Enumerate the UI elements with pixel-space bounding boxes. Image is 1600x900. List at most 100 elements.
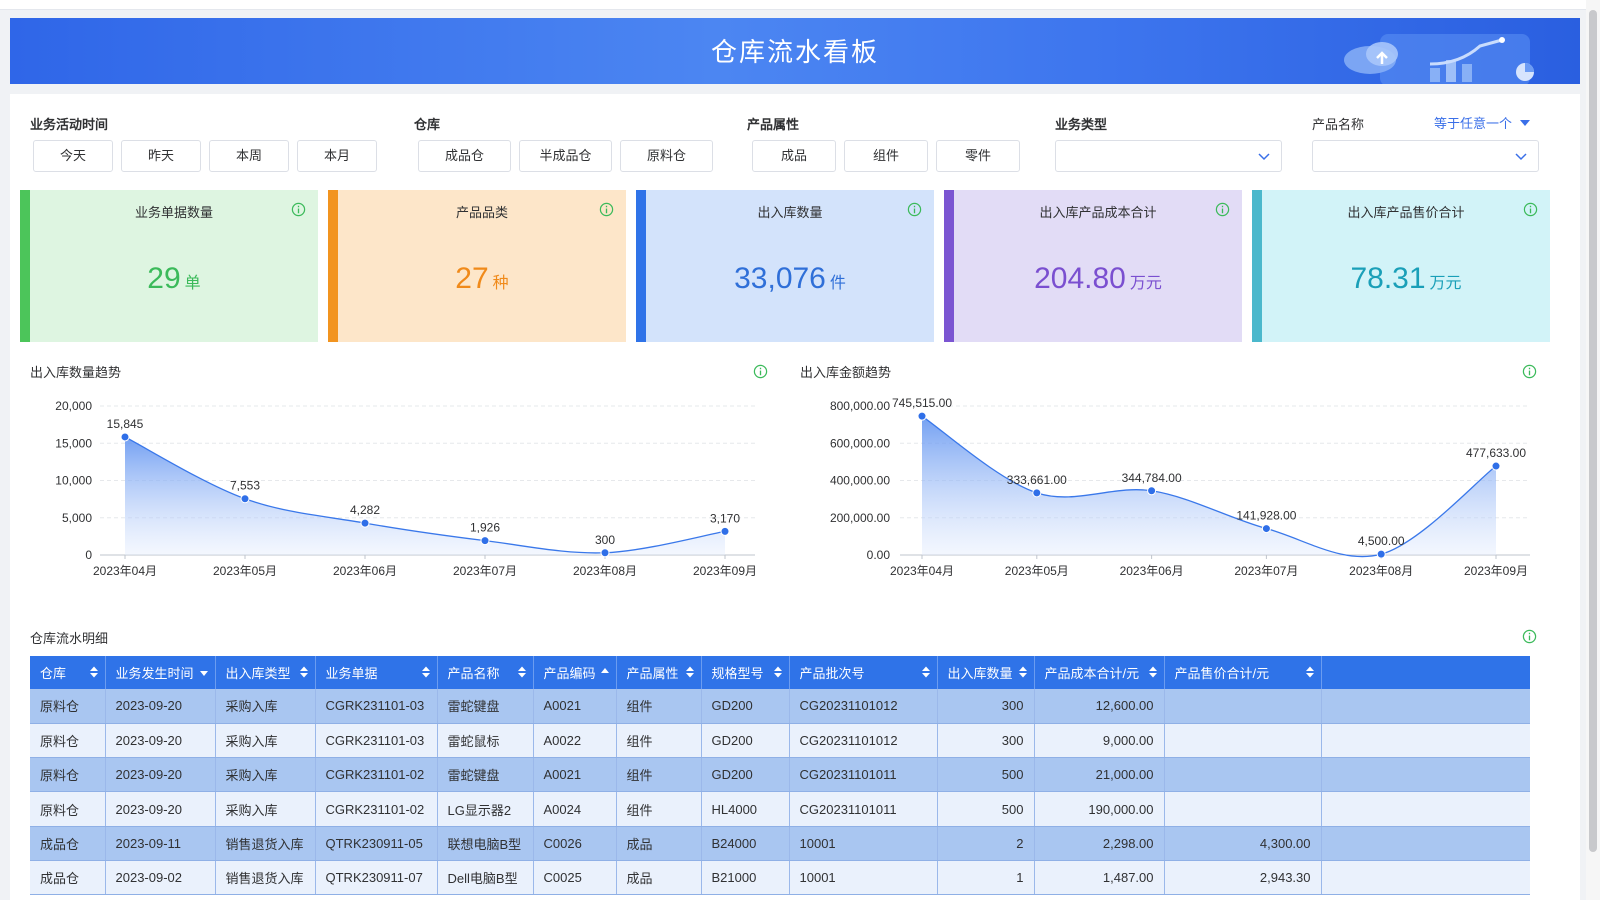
table-row[interactable]: 原料仓 2023-09-20 采购入库 CGRK231101-02 雷蛇键盘 A0021 组… [30, 757, 1530, 793]
info-circle-icon[interactable] [291, 202, 306, 217]
table-header-cell[interactable]: 产品成本合计/元 [1034, 656, 1165, 689]
filter-attribute-part-button[interactable]: 零件 [936, 140, 1020, 172]
data-label: 4,500.00 [1358, 534, 1405, 548]
kpi-card-unit: 万元 [1129, 275, 1162, 292]
data-point [600, 548, 610, 558]
top-strip [0, 0, 1600, 10]
filter-time-week-button[interactable]: 本周 [209, 140, 289, 172]
table-cell: CGRK231101-03 [315, 723, 438, 759]
filter-time-yesterday-button[interactable]: 昨天 [121, 140, 201, 172]
table-cell: 组件 [616, 791, 702, 827]
table-row[interactable]: 原料仓 2023-09-20 采购入库 CGRK231101-02 LG显示器2 A002… [30, 791, 1530, 827]
sort-asc-icon[interactable] [600, 665, 610, 679]
table-cell: QTRK230911-05 [315, 826, 438, 861]
table-row[interactable]: 原料仓 2023-09-20 采购入库 CGRK231101-03 雷蛇鼠标 A0022 组… [30, 723, 1530, 759]
sort-icon[interactable] [1018, 665, 1028, 679]
sort-icon[interactable] [1148, 665, 1158, 679]
info-circle-icon[interactable] [907, 202, 922, 217]
y-tick-label: 5,000 [62, 511, 92, 525]
table-row[interactable]: 原料仓 2023-09-20 采购入库 CGRK231101-03 雷蛇键盘 A0021 组… [30, 689, 1530, 724]
table-header-label: 业务单据 [325, 666, 378, 681]
table-header-cell[interactable]: 产品编码 [533, 656, 617, 689]
table-cell: 原料仓 [30, 689, 106, 724]
data-point [1032, 488, 1042, 498]
sort-icon[interactable] [921, 665, 931, 679]
x-tick-label: 2023年09月 [1464, 564, 1528, 578]
table-header-cell[interactable]: 规格型号 [701, 656, 790, 689]
kpi-card-title: 出入库产品成本合计 [1039, 205, 1157, 220]
filter-time-month-button[interactable]: 本月 [297, 140, 377, 172]
info-circle-icon[interactable] [753, 364, 768, 379]
page-scrollbar[interactable] [1586, 0, 1600, 900]
data-point [1261, 524, 1271, 534]
table-cell: 采购入库 [215, 723, 316, 759]
kpi-card-3: 出入库产品成本合计 204.80 万元 [944, 190, 1242, 342]
table-header-spacer [1321, 656, 1530, 689]
table-title: 仓库流水明细 [30, 631, 109, 646]
table-header-cell[interactable]: 业务单据 [315, 656, 438, 689]
sort-icon[interactable] [773, 665, 783, 679]
filter-attribute-finished-button[interactable]: 成品 [752, 140, 836, 172]
kpi-card-title: 出入库数量 [757, 205, 823, 220]
filter-attribute-component-button[interactable]: 组件 [844, 140, 928, 172]
qty-trend-chart: 0 5,000 10,000 15,000 20,000 2023年04月 2023年05月… [55, 399, 757, 578]
filter-operator-dropdown[interactable]: 等于任意一个 [1434, 113, 1531, 132]
table-header-cell[interactable]: 业务发生时间 [105, 656, 216, 689]
sort-icon[interactable] [299, 665, 309, 679]
sort-desc-icon[interactable] [199, 665, 209, 679]
info-circle-icon[interactable] [1523, 202, 1538, 217]
sort-icon[interactable] [1305, 665, 1315, 679]
kpi-card-1: 产品品类 27 种 [328, 190, 626, 342]
table-row[interactable]: 成品仓 2023-09-11 销售退货入库 QTRK230911-05 联想电脑B型 C0… [30, 826, 1530, 861]
table-row[interactable]: 成品仓 2023-09-02 销售退货入库 QTRK230911-07 Dell电脑B型… [30, 860, 1530, 896]
table-header-cell[interactable]: 产品批次号 [789, 656, 938, 689]
table-cell: 雷蛇键盘 [437, 689, 534, 724]
table-header-cell[interactable]: 出入库类型 [215, 656, 316, 689]
kpi-card-accent-bar [636, 190, 646, 342]
sort-icon[interactable] [421, 665, 431, 679]
table-cell: 1 [937, 860, 1035, 896]
table-cell: 2023-09-20 [105, 791, 216, 827]
kpi-card-title: 产品品类 [455, 205, 508, 220]
table-header-cell[interactable]: 产品属性 [616, 656, 702, 689]
info-circle-icon[interactable] [599, 202, 614, 217]
table-cell: A0022 [533, 723, 617, 759]
header-banner: 仓库流水看板 [10, 18, 1580, 84]
x-tick-label: 2023年06月 [333, 564, 397, 578]
kpi-card-unit: 单 [184, 275, 201, 292]
filter-time-today-button[interactable]: 今天 [33, 140, 113, 172]
kpi-card-accent-bar [1252, 190, 1262, 342]
table-cell-spacer [1321, 860, 1530, 896]
table-header-cell[interactable]: 产品售价合计/元 [1164, 656, 1322, 689]
table-cell: 10001 [789, 826, 938, 861]
info-circle-icon[interactable] [1522, 629, 1537, 644]
filter-warehouse-semi-button[interactable]: 半成品仓 [519, 140, 612, 172]
table-cell: 雷蛇鼠标 [437, 723, 534, 759]
info-circle-icon[interactable] [1215, 202, 1230, 217]
data-point [240, 494, 250, 504]
filter-biztype-select[interactable] [1055, 140, 1282, 172]
table-cell [1164, 791, 1322, 827]
kpi-card-0: 业务单据数量 29 单 [20, 190, 318, 342]
info-circle-icon[interactable] [1522, 364, 1537, 379]
data-point [1491, 461, 1501, 471]
filter-warehouse-finished-button[interactable]: 成品仓 [418, 140, 511, 172]
data-label: 4,282 [350, 503, 380, 517]
table-header-cell[interactable]: 仓库 [30, 656, 106, 689]
table-header-cell[interactable]: 出入库数量 [937, 656, 1035, 689]
filter-operator-label: 等于任意一个 [1434, 116, 1513, 131]
sort-icon[interactable] [685, 665, 695, 679]
table-header-cell[interactable]: 产品名称 [437, 656, 534, 689]
y-tick-label: 15,000 [55, 436, 92, 450]
filter-product-name-select[interactable] [1312, 140, 1539, 172]
table-cell: 雷蛇键盘 [437, 757, 534, 793]
page-scrollbar-thumb[interactable] [1589, 10, 1597, 852]
kpi-card-value: 33,076 [734, 262, 826, 295]
sort-icon[interactable] [517, 665, 527, 679]
kpi-card-accent-bar [944, 190, 954, 342]
filter-warehouse-raw-button[interactable]: 原料仓 [620, 140, 713, 172]
chevron-down-icon [1258, 153, 1270, 161]
table-cell: 190,000.00 [1034, 791, 1165, 827]
table-header-label: 业务发生时间 [115, 666, 194, 681]
sort-icon[interactable] [89, 665, 99, 679]
